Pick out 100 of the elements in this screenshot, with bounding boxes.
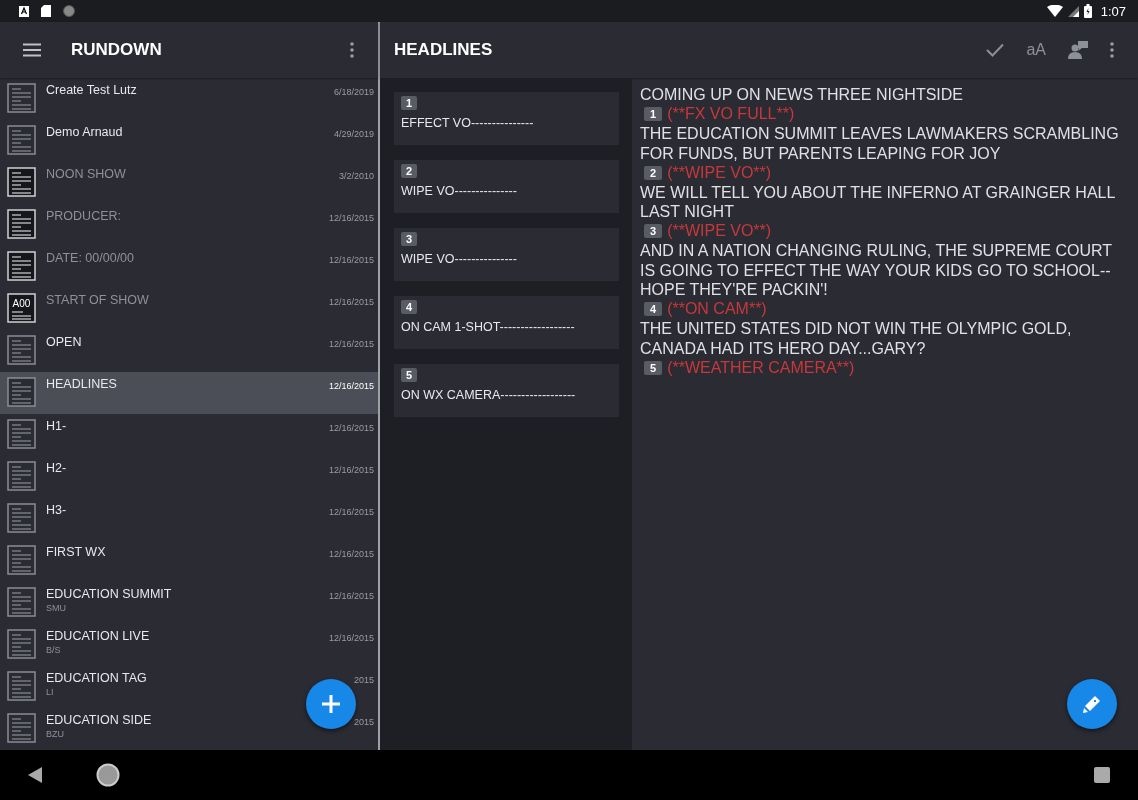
rundown-item[interactable]: A00 START OF SHOW 12/16/2015 <box>0 288 378 330</box>
cue-card[interactable]: 1 EFFECT VO--------------- <box>394 92 619 145</box>
document-icon <box>7 377 36 407</box>
cue-card[interactable]: 2 WIPE VO--------------- <box>394 160 619 213</box>
item-date: 12/16/2015 <box>328 507 374 517</box>
item-title: OPEN <box>46 335 83 349</box>
item-title: H3- <box>46 503 68 517</box>
document-icon <box>7 503 36 533</box>
notification-icon <box>19 5 29 17</box>
item-title: H2- <box>46 461 68 475</box>
item-title: EDUCATION LIVE <box>46 629 151 643</box>
item-title: Demo Arnaud <box>46 125 124 139</box>
rundown-item[interactable]: DATE: 00/00/00 12/16/2015 <box>0 246 378 288</box>
sd-card-icon <box>41 5 51 17</box>
rundown-item[interactable]: OPEN 12/16/2015 <box>0 330 378 372</box>
cue-number: 4 <box>401 300 418 314</box>
document-icon <box>7 167 36 197</box>
edit-button[interactable] <box>1067 679 1117 729</box>
document-icon <box>7 209 36 239</box>
document-icon <box>7 587 36 617</box>
item-date: 12/16/2015 <box>328 381 374 391</box>
item-title: DATE: 00/00/00 <box>46 251 135 265</box>
back-icon[interactable] <box>28 767 42 783</box>
rundown-item[interactable]: HEADLINES 12/16/2015 <box>0 372 378 414</box>
item-date: 12/16/2015 <box>328 339 374 349</box>
document-icon <box>7 125 36 155</box>
cue-card[interactable]: 5 ON WX CAMERA------------------ <box>394 364 619 417</box>
cue-number: 5 <box>644 360 663 375</box>
item-date: 12/16/2015 <box>328 549 374 559</box>
item-date: 2015 <box>353 717 374 727</box>
cue-number: 2 <box>401 164 418 178</box>
cue-number: 3 <box>644 224 663 239</box>
person-speech-icon[interactable] <box>1068 41 1088 59</box>
item-date: 12/16/2015 <box>328 297 374 307</box>
more-options-icon[interactable] <box>1110 42 1114 58</box>
plus-icon <box>321 694 341 714</box>
cue-number: 1 <box>644 107 663 122</box>
cue-text: ON WX CAMERA------------------ <box>401 388 576 402</box>
item-title: EDUCATION SUMMIT <box>46 587 173 601</box>
rundown-item[interactable]: FIRST WX 12/16/2015 <box>0 540 378 582</box>
battery-icon <box>1083 4 1092 18</box>
item-date: 12/16/2015 <box>328 591 374 601</box>
cue-text: ON CAM 1-SHOT------------------ <box>401 320 575 334</box>
item-date: 12/16/2015 <box>328 255 374 265</box>
script-text: THE UNITED STATES DID NOT WIN THE OLYMPIC GOLD, CANADA HAD ITS HERO DAY...GARY? <box>640 319 1073 358</box>
rundown-item[interactable]: Create Test Lutz 6/18/2019 <box>0 78 378 120</box>
script-text: THE EDUCATION SUMMIT LEAVES LAWMAKERS SCRAMBLING FOR FUNDS, BUT PARENTS LEAPING FOR JOY <box>640 124 1120 163</box>
labeled-document-icon: A00 <box>7 293 36 323</box>
cue-text: WIPE VO--------------- <box>401 252 517 266</box>
document-icon <box>7 419 36 449</box>
signal-icon <box>1067 5 1079 17</box>
document-icon <box>7 83 36 113</box>
font-size-button[interactable]: aA <box>1026 41 1046 59</box>
item-date: 12/16/2015 <box>328 423 374 433</box>
cue-number: 5 <box>401 368 418 382</box>
item-date: 4/29/2019 <box>333 129 374 139</box>
cue-text: EFFECT VO--------------- <box>401 116 534 130</box>
item-title: FIRST WX <box>46 545 107 559</box>
rundown-item[interactable]: H2- 12/16/2015 <box>0 456 378 498</box>
checkmark-icon[interactable] <box>986 43 1005 57</box>
rundown-item[interactable]: EDUCATION SUMMIT SMU 12/16/2015 <box>0 582 378 624</box>
rundown-item[interactable]: PRODUCER: 12/16/2015 <box>0 204 378 246</box>
cue-instruction: (**FX VO FULL**) <box>667 105 795 124</box>
wifi-icon <box>1046 5 1063 17</box>
clock-time: 1:07 <box>1100 3 1126 19</box>
rundown-title: RUNDOWN <box>71 40 162 60</box>
add-button[interactable] <box>306 679 356 729</box>
cue-card[interactable]: 4 ON CAM 1-SHOT------------------ <box>394 296 619 349</box>
document-icon <box>7 545 36 575</box>
item-date: 12/16/2015 <box>328 465 374 475</box>
cue-number: 3 <box>401 232 418 246</box>
rundown-item[interactable]: NOON SHOW 3/2/2010 <box>0 162 378 204</box>
item-subtitle: LI <box>46 687 55 697</box>
cue-instruction: (**WEATHER CAMERA**) <box>667 358 855 377</box>
item-title: EDUCATION SIDE <box>46 713 153 727</box>
rundown-item[interactable]: H1- 12/16/2015 <box>0 414 378 456</box>
script-text: WE WILL TELL YOU ABOUT THE INFERNO AT GRAINGER HALL LAST NIGHT <box>640 182 1116 222</box>
document-icon <box>7 629 36 659</box>
item-title: HEADLINES <box>46 377 118 391</box>
rundown-item[interactable]: EDUCATION LIVE B/S 12/16/2015 <box>0 624 378 666</box>
item-date: 2015 <box>353 675 374 685</box>
home-icon[interactable] <box>96 763 120 787</box>
item-title: NOON SHOW <box>46 167 127 181</box>
more-options-icon[interactable] <box>350 42 354 58</box>
cue-card[interactable]: 3 WIPE VO--------------- <box>394 228 619 281</box>
cue-instruction: (**WIPE VO**) <box>667 222 772 241</box>
cue-text: WIPE VO--------------- <box>401 184 517 198</box>
rundown-item[interactable]: EDUCATION SIDE BZU 2015 <box>0 708 378 750</box>
script-text: COMING UP ON NEWS THREE NIGHTSIDE <box>640 85 964 105</box>
cue-number: 1 <box>401 96 418 110</box>
rundown-item[interactable]: EDUCATION TAG LI 2015 <box>0 666 378 708</box>
item-title: START OF SHOW <box>46 293 150 307</box>
document-icon <box>7 713 36 743</box>
document-icon <box>7 671 36 701</box>
story-title: HEADLINES <box>394 40 493 60</box>
rundown-item[interactable]: H3- 12/16/2015 <box>0 498 378 540</box>
menu-icon[interactable] <box>23 43 41 57</box>
rundown-item[interactable]: Demo Arnaud 4/29/2019 <box>0 120 378 162</box>
circle-icon <box>63 5 75 17</box>
item-date: 6/18/2019 <box>333 87 374 97</box>
